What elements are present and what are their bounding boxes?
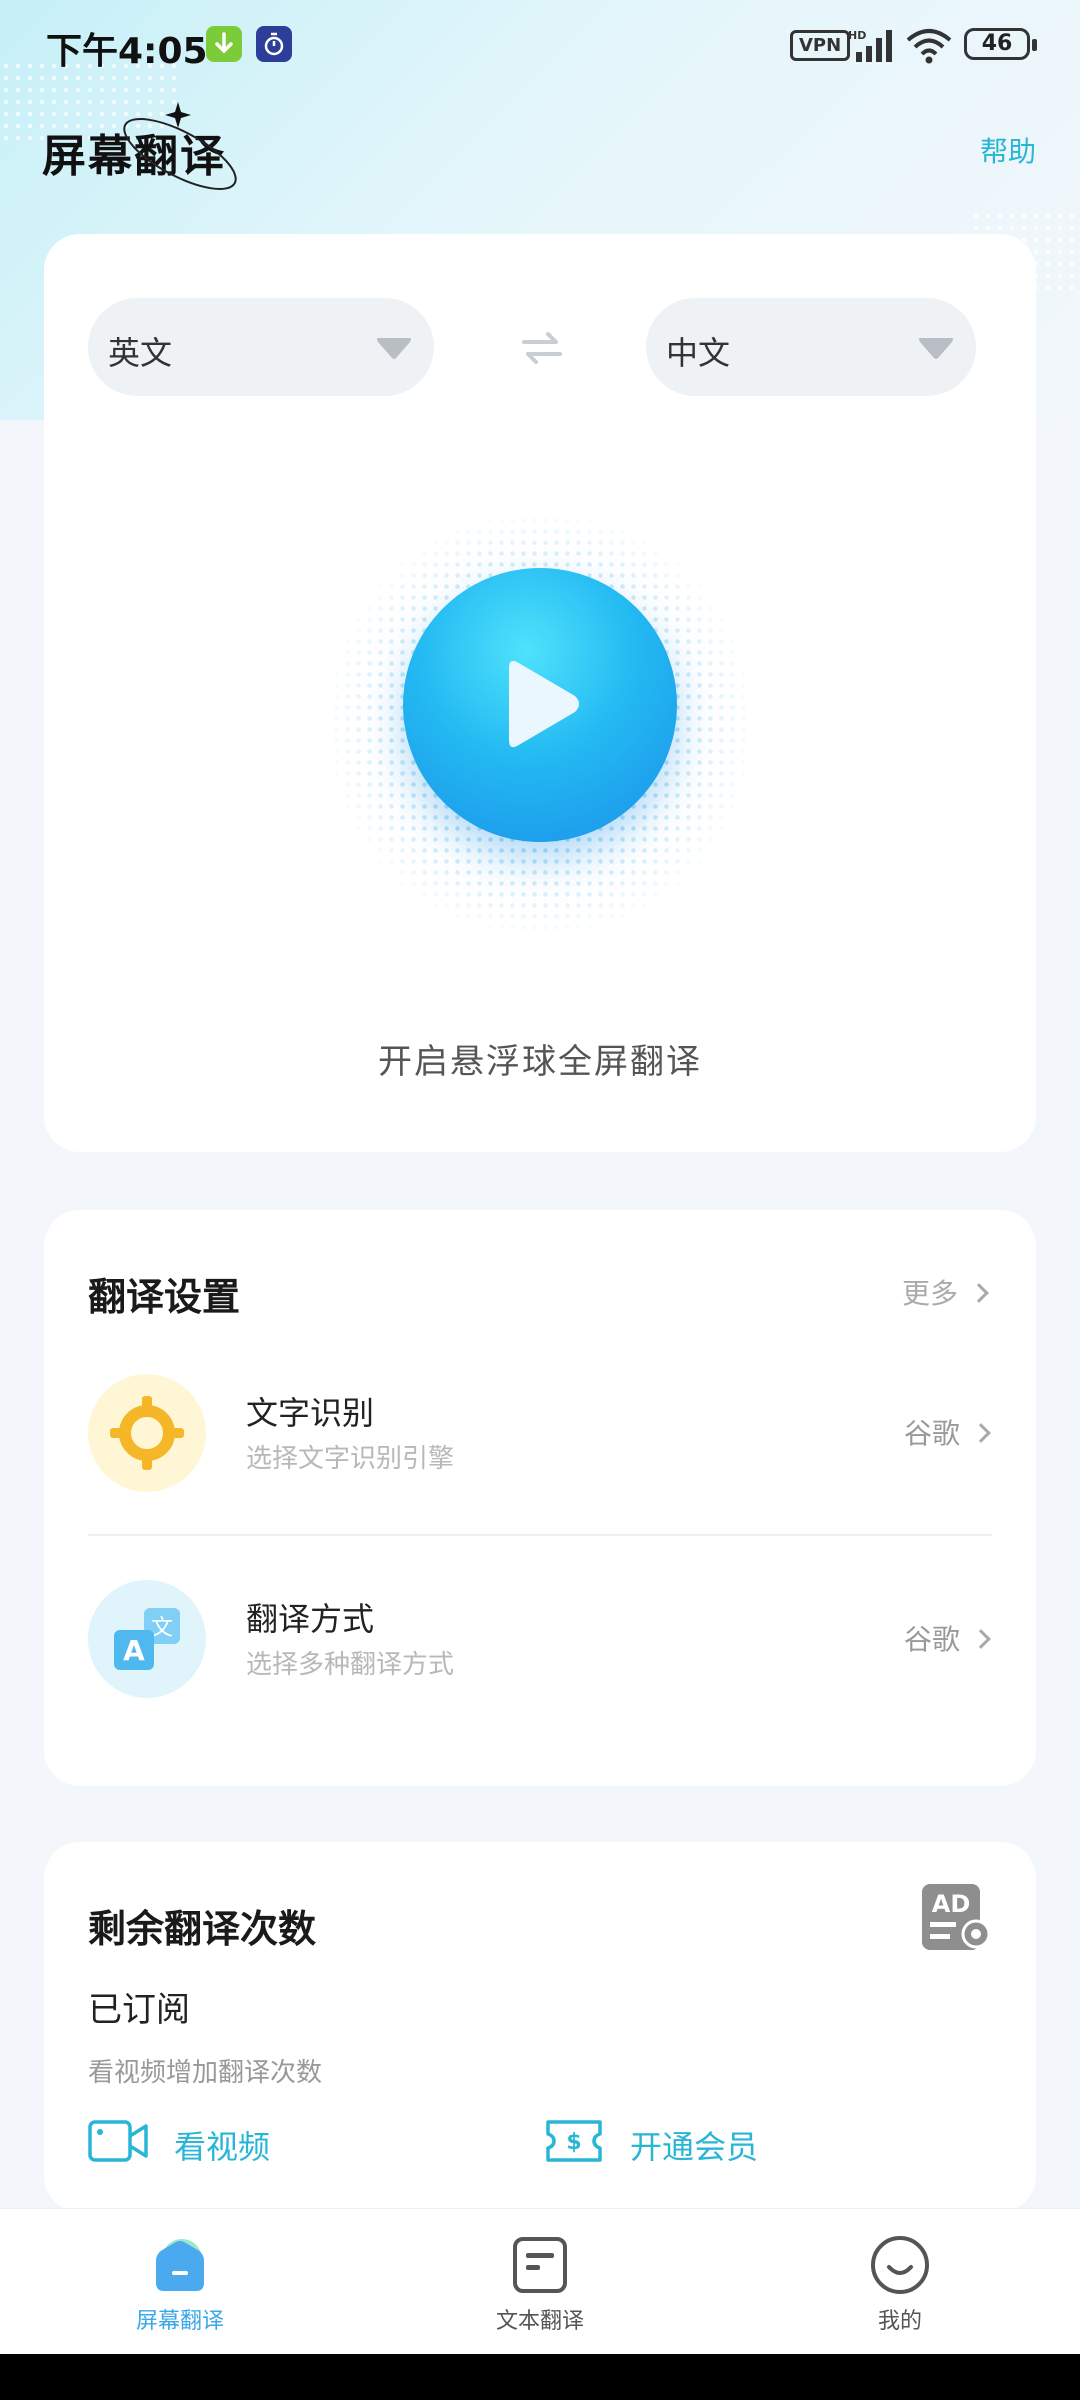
target-language-select[interactable]: 中文 bbox=[646, 298, 976, 396]
swap-languages-icon[interactable] bbox=[520, 330, 564, 366]
divider bbox=[88, 1534, 992, 1536]
translation-settings-card: 翻译设置 更多 文字识别 选择文字识别引擎 谷歌 文 A 翻译方式 选择多种翻译… bbox=[44, 1210, 1036, 1786]
section-title: 翻译设置 bbox=[88, 1275, 241, 1319]
chevron-right-icon bbox=[971, 1423, 991, 1443]
help-link[interactable]: 帮助 bbox=[980, 130, 1036, 170]
settings-item-subtitle: 选择多种翻译方式 bbox=[246, 1650, 455, 1680]
settings-item-title: 文字识别 bbox=[246, 1394, 375, 1432]
translator-card: 英文 中文 开启悬浮球全屏翻译 bbox=[44, 234, 1036, 1152]
chevron-right-icon bbox=[971, 1629, 991, 1649]
section-title: 剩余翻译次数 bbox=[88, 1907, 317, 1951]
subscription-status: 已订阅 bbox=[88, 1990, 190, 2030]
bottom-navigation: 屏幕翻译 文本翻译 我的 bbox=[0, 2208, 1080, 2354]
settings-item-translation-method[interactable]: 文 A 翻译方式 选择多种翻译方式 谷歌 bbox=[88, 1566, 992, 1746]
wifi-icon bbox=[906, 29, 952, 64]
system-gesture-bar bbox=[0, 2354, 1080, 2400]
chevron-right-icon bbox=[969, 1283, 989, 1303]
quota-hint: 看视频增加翻译次数 bbox=[88, 2058, 323, 2088]
settings-item-value: 谷歌 bbox=[903, 1618, 991, 1658]
play-icon bbox=[509, 660, 579, 748]
tab-label: 文本翻译 bbox=[495, 2309, 584, 2334]
target-language-label: 中文 bbox=[666, 334, 731, 372]
more-label: 更多 bbox=[901, 1277, 958, 1310]
settings-item-subtitle: 选择文字识别引擎 bbox=[246, 1444, 455, 1474]
remaining-quota-card: 剩余翻译次数 AD 已订阅 看视频增加翻译次数 看视频 $ 开通会员 bbox=[44, 1842, 1036, 2212]
more-link[interactable]: 更多 bbox=[901, 1272, 989, 1312]
ad-settings-icon[interactable]: AD bbox=[920, 1882, 992, 1954]
svg-text:HD: HD bbox=[848, 29, 866, 42]
translate-icon: 文 A bbox=[88, 1580, 206, 1698]
settings-item-value: 谷歌 bbox=[903, 1412, 991, 1452]
watch-video-label: 看视频 bbox=[174, 2128, 271, 2166]
tab-label: 我的 bbox=[877, 2309, 922, 2334]
dropdown-arrow-icon bbox=[919, 338, 953, 359]
tab-mine[interactable]: 我的 bbox=[720, 2209, 1080, 2355]
vpn-indicator: VPN bbox=[790, 30, 851, 61]
start-floating-ball-button[interactable] bbox=[403, 568, 677, 842]
svg-text:文: 文 bbox=[151, 1616, 173, 1641]
ocr-icon bbox=[88, 1374, 206, 1492]
svg-text:$: $ bbox=[566, 2130, 581, 2155]
vip-ticket-icon: $ bbox=[546, 2120, 602, 2162]
status-time: 下午4:05 bbox=[46, 31, 208, 72]
document-icon bbox=[513, 2237, 567, 2293]
sparkle-orbit-icon bbox=[123, 102, 237, 190]
smiley-profile-icon bbox=[871, 2236, 929, 2294]
cellular-signal-icon: HD bbox=[848, 29, 892, 62]
translation-engine-value: 谷歌 bbox=[903, 1623, 960, 1656]
screen-translate-tab-icon bbox=[156, 2239, 204, 2291]
start-floating-ball-label: 开启悬浮球全屏翻译 bbox=[378, 1042, 702, 1082]
open-vip-label: 开通会员 bbox=[630, 2128, 759, 2166]
timer-notification-icon bbox=[256, 26, 292, 62]
video-camera-icon bbox=[88, 2120, 148, 2162]
ocr-engine-value: 谷歌 bbox=[903, 1417, 960, 1450]
source-language-select[interactable]: 英文 bbox=[88, 298, 434, 396]
svg-text:A: A bbox=[123, 1634, 145, 1667]
tab-text-translate[interactable]: 文本翻译 bbox=[360, 2209, 720, 2355]
svg-text:AD: AD bbox=[932, 1890, 971, 1918]
status-bar: 下午4:05 VPN HD 46 bbox=[0, 0, 1080, 90]
source-language-label: 英文 bbox=[108, 334, 173, 372]
dropdown-arrow-icon bbox=[377, 338, 411, 359]
settings-item-title: 翻译方式 bbox=[246, 1600, 375, 1638]
download-notification-icon bbox=[206, 26, 242, 62]
tab-screen-translate[interactable]: 屏幕翻译 bbox=[0, 2209, 360, 2355]
settings-item-ocr[interactable]: 文字识别 选择文字识别引擎 谷歌 bbox=[88, 1360, 992, 1540]
battery-indicator: 46 bbox=[964, 28, 1037, 60]
tab-label: 屏幕翻译 bbox=[135, 2309, 224, 2334]
